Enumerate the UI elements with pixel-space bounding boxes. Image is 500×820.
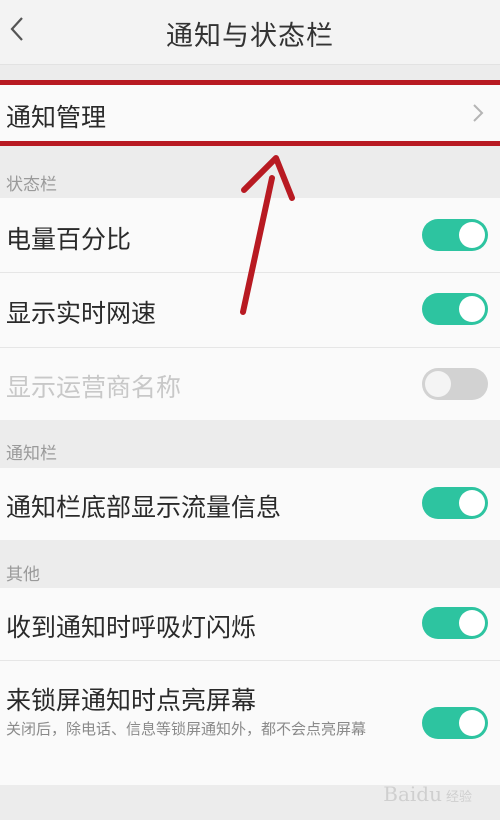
watermark-brand: Baidu: [383, 782, 442, 806]
watermark-sub: 经验: [445, 790, 472, 805]
annotation-arrow-icon: [240, 155, 295, 315]
watermark: Baidu 经验: [383, 782, 472, 806]
